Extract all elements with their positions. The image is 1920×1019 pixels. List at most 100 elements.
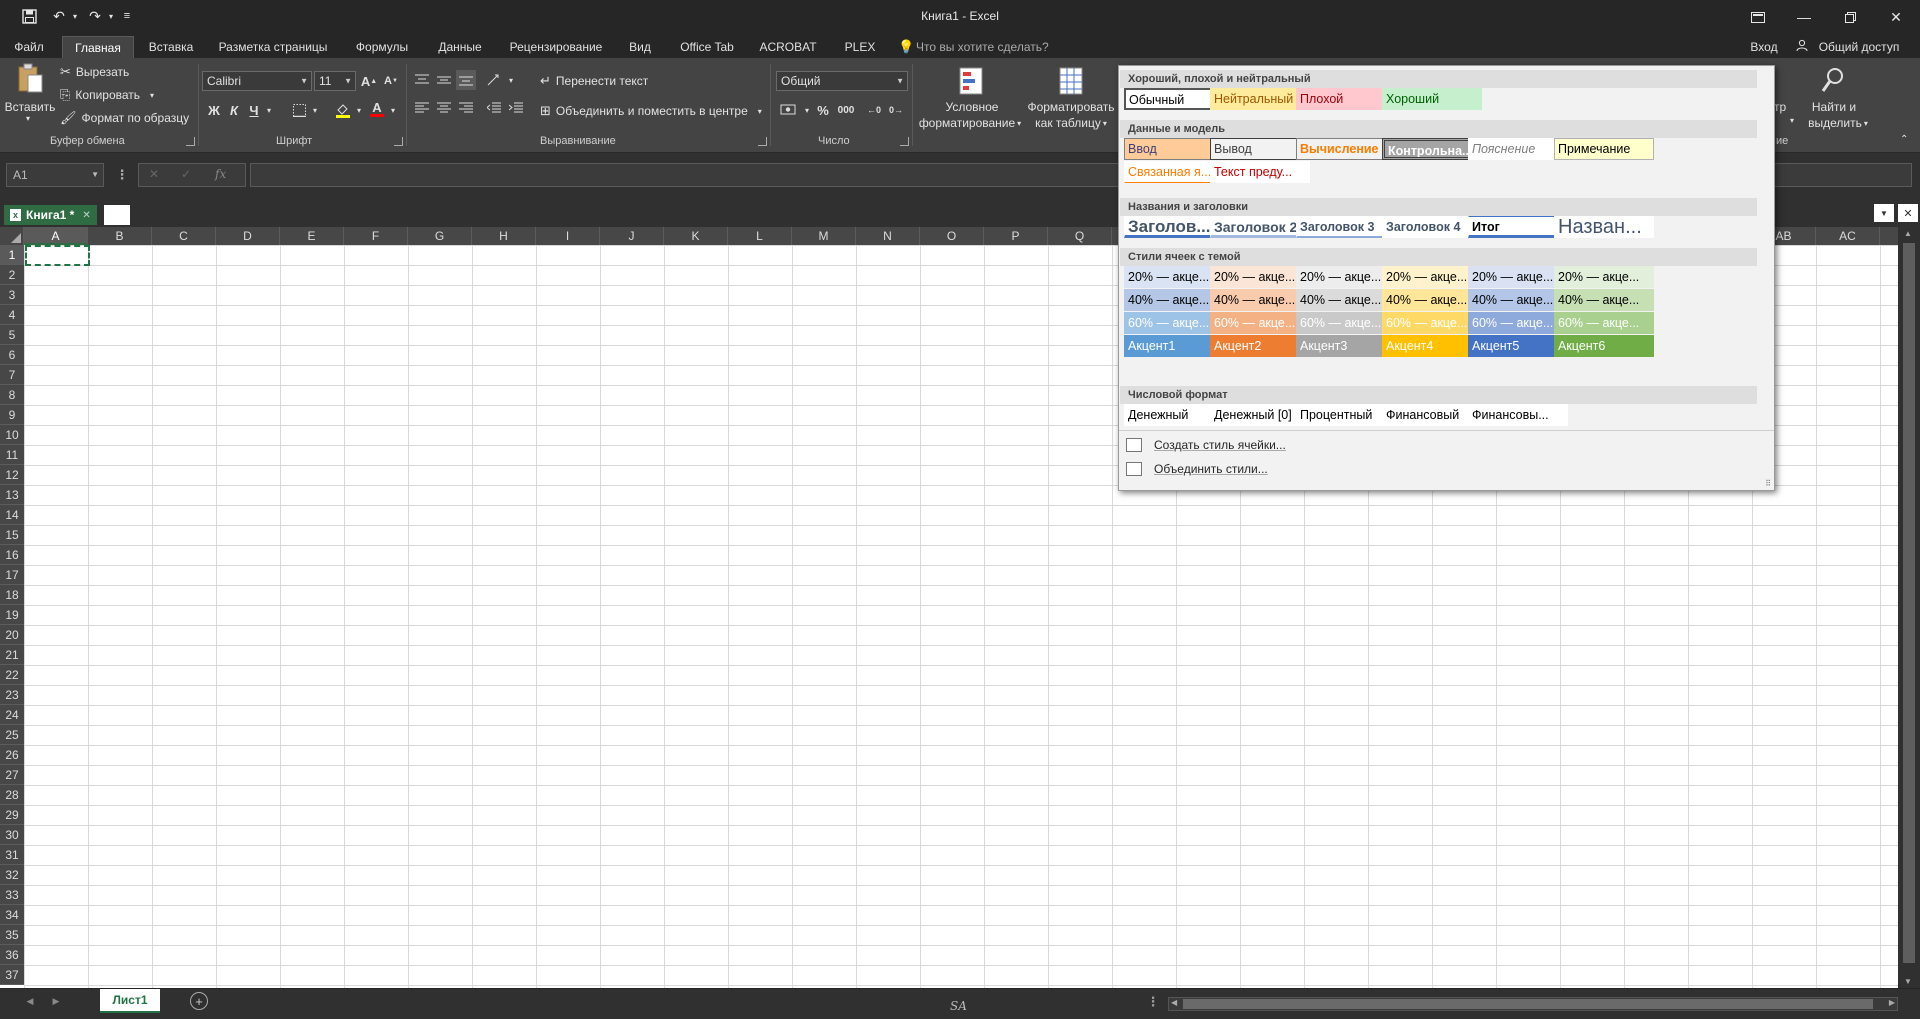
- next-sheet-icon[interactable]: ▶: [48, 993, 64, 1009]
- cell-style-swatch[interactable]: 60% — акце...: [1468, 312, 1568, 334]
- cut-button[interactable]: ✂ Вырезать: [60, 64, 129, 80]
- cell-style-swatch[interactable]: Акцент4: [1382, 335, 1482, 357]
- row-header[interactable]: 3: [0, 285, 24, 305]
- scroll-up-icon[interactable]: ▲: [1904, 229, 1912, 238]
- row-header[interactable]: 1: [0, 245, 24, 265]
- row-header[interactable]: 8: [0, 385, 24, 405]
- row-header[interactable]: 22: [0, 665, 24, 685]
- tab-plex[interactable]: PLEX: [836, 36, 884, 58]
- merge-center-button[interactable]: ⊞ Объединить и поместить в центре ▾: [540, 102, 762, 120]
- cell-style-swatch[interactable]: Акцент2: [1210, 335, 1310, 357]
- number-launcher-icon[interactable]: [900, 137, 909, 146]
- number-format-dropdown[interactable]: Общий ▼: [776, 71, 908, 91]
- cell-style-swatch[interactable]: 20% — акце...: [1296, 266, 1396, 288]
- cell-style-swatch[interactable]: Финансовы...: [1468, 404, 1568, 426]
- row-header[interactable]: 10: [0, 425, 24, 445]
- row-header[interactable]: 37: [0, 965, 24, 985]
- column-header-p[interactable]: P: [984, 227, 1048, 245]
- undo-icon[interactable]: ↶: [48, 6, 70, 26]
- tab-review[interactable]: Рецензирование: [502, 36, 610, 58]
- cell-style-swatch[interactable]: 20% — акце...: [1124, 266, 1224, 288]
- row-header[interactable]: 14: [0, 505, 24, 525]
- column-header-d[interactable]: D: [216, 227, 280, 245]
- conditional-formatting-label-1[interactable]: Условное: [920, 100, 1024, 114]
- ribbon-display-options-icon[interactable]: [1735, 0, 1781, 34]
- percent-style-button[interactable]: %: [814, 100, 832, 120]
- scroll-left-icon[interactable]: ◀: [1171, 998, 1177, 1007]
- align-right-icon[interactable]: [456, 98, 476, 118]
- cell-style-swatch[interactable]: Вычисление: [1296, 138, 1396, 160]
- decrease-decimal-icon[interactable]: 0→: [886, 100, 906, 120]
- tab-page-layout[interactable]: Разметка страницы: [212, 36, 334, 58]
- cell-style-swatch[interactable]: 20% — акце...: [1468, 266, 1568, 288]
- add-sheet-icon[interactable]: +: [190, 992, 208, 1010]
- cell-style-swatch[interactable]: 60% — акце...: [1124, 312, 1224, 334]
- column-header-h[interactable]: H: [472, 227, 536, 245]
- redo-dropdown-icon[interactable]: ▾: [106, 6, 116, 26]
- row-header[interactable]: 23: [0, 685, 24, 705]
- horizontal-scrollbar[interactable]: ◀ ▶: [1168, 997, 1898, 1011]
- tab-office-tab[interactable]: Office Tab: [672, 36, 742, 58]
- resize-grip-icon[interactable]: ⠿: [1765, 479, 1771, 488]
- copy-button[interactable]: ⎘ Копировать ▾: [60, 87, 154, 103]
- row-header[interactable]: 13: [0, 485, 24, 505]
- column-header-o[interactable]: O: [920, 227, 984, 245]
- row-header[interactable]: 27: [0, 765, 24, 785]
- cell-style-swatch[interactable]: Акцент1: [1124, 335, 1224, 357]
- undo-dropdown-icon[interactable]: ▾: [70, 6, 80, 26]
- row-header[interactable]: 11: [0, 445, 24, 465]
- format-painter-button[interactable]: 🖌 Формат по образцу: [60, 110, 189, 126]
- orientation-dropdown-icon[interactable]: ▾: [506, 70, 516, 90]
- row-header[interactable]: 12: [0, 465, 24, 485]
- find-select-icon[interactable]: [1818, 64, 1848, 96]
- cell-style-swatch[interactable]: 20% — акце...: [1210, 266, 1310, 288]
- workbook-tab[interactable]: x Книга1 * ✕: [4, 205, 97, 225]
- selected-cell-a1[interactable]: [25, 245, 90, 266]
- sheet-tab-list1[interactable]: Лист1: [100, 989, 160, 1013]
- new-workbook-tab-button[interactable]: [104, 205, 130, 225]
- tab-formulas[interactable]: Формулы: [346, 36, 418, 58]
- row-header[interactable]: 7: [0, 365, 24, 385]
- cell-style-swatch[interactable]: Акцент3: [1296, 335, 1396, 357]
- gallery-action[interactable]: Объединить стили...: [1120, 458, 1268, 480]
- italic-button[interactable]: К: [226, 100, 242, 120]
- cell-style-swatch[interactable]: Финансовый: [1382, 404, 1482, 426]
- customize-qat-icon[interactable]: ≡: [120, 6, 134, 26]
- name-box[interactable]: A1 ▼: [6, 163, 104, 187]
- cell-style-swatch[interactable]: 60% — акце...: [1554, 312, 1654, 334]
- format-as-table-button[interactable]: как таблицу ▾: [1024, 116, 1118, 130]
- row-header[interactable]: 17: [0, 565, 24, 585]
- cell-style-swatch[interactable]: 60% — акце...: [1382, 312, 1482, 334]
- column-header-i[interactable]: I: [536, 227, 600, 245]
- cell-style-swatch[interactable]: 40% — акце...: [1382, 289, 1482, 311]
- paste-dropdown-icon[interactable]: ▾: [26, 114, 30, 123]
- orientation-icon[interactable]: [484, 70, 504, 90]
- paste-icon[interactable]: [8, 63, 52, 93]
- tab-home[interactable]: Главная: [62, 36, 134, 58]
- conditional-formatting-icon[interactable]: [952, 64, 992, 98]
- font-color-button[interactable]: A: [368, 98, 386, 120]
- cell-style-swatch[interactable]: 40% — акце...: [1554, 289, 1654, 311]
- format-as-table-icon[interactable]: [1054, 64, 1090, 98]
- font-name-dropdown[interactable]: Calibri ▼: [202, 71, 312, 91]
- tab-acrobat[interactable]: ACROBAT: [752, 36, 824, 58]
- align-bottom-icon[interactable]: [456, 70, 476, 90]
- close-all-tabs-icon[interactable]: ✕: [1898, 204, 1918, 222]
- tabs-dropdown-icon[interactable]: ▼: [1874, 204, 1894, 222]
- underline-button[interactable]: Ч: [246, 100, 262, 120]
- font-color-dropdown-icon[interactable]: ▾: [388, 100, 398, 120]
- share-button[interactable]: Общий доступ: [1812, 36, 1906, 58]
- cell-style-swatch[interactable]: Заголовок 2: [1210, 216, 1310, 238]
- row-header[interactable]: 26: [0, 745, 24, 765]
- close-tab-icon[interactable]: ✕: [82, 210, 90, 221]
- column-header-a[interactable]: A: [24, 227, 88, 245]
- cell-style-swatch[interactable]: Заголовок 4: [1382, 216, 1482, 238]
- cell-style-swatch[interactable]: Связанная я...: [1124, 161, 1224, 183]
- borders-dropdown-icon[interactable]: ▾: [310, 100, 320, 120]
- horizontal-scroll-thumb[interactable]: [1183, 999, 1873, 1009]
- previous-sheet-icon[interactable]: ◀: [22, 993, 38, 1009]
- cell-style-swatch[interactable]: Денежный [0]: [1210, 404, 1310, 426]
- cell-style-swatch[interactable]: 60% — акце...: [1296, 312, 1396, 334]
- more-options-icon[interactable]: ⋮: [112, 165, 132, 185]
- row-header[interactable]: 5: [0, 325, 24, 345]
